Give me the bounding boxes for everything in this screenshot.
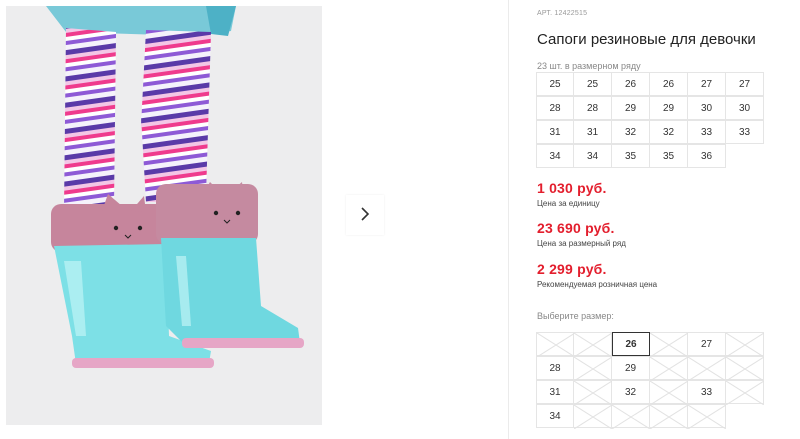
unit-price: 1 030 руб. xyxy=(537,180,607,196)
size-option[interactable]: 27 xyxy=(688,332,726,356)
size-option-unavailable xyxy=(612,404,650,429)
article-number: АРТ. 12422515 xyxy=(537,10,588,17)
size-cell: 35 xyxy=(612,144,650,168)
cross-out-icon xyxy=(650,357,688,381)
size-cell: 33 xyxy=(726,120,764,144)
cross-out-icon xyxy=(574,405,612,429)
size-cell: 31 xyxy=(536,120,574,144)
size-cell: 30 xyxy=(726,96,764,120)
choose-size-label: Выберите размер: xyxy=(537,311,614,321)
cross-out-icon xyxy=(537,333,575,357)
size-option-unavailable xyxy=(726,332,764,357)
size-cell: 28 xyxy=(574,96,612,120)
size-option-unavailable xyxy=(688,404,726,429)
size-cell: 25 xyxy=(574,72,612,96)
size-cell: 34 xyxy=(536,144,574,168)
column-divider xyxy=(508,0,509,439)
size-option[interactable]: 32 xyxy=(612,380,650,404)
cross-out-icon xyxy=(726,357,764,381)
size-option-unavailable xyxy=(688,356,726,381)
size-grid-row: 25 25 26 26 27 27 xyxy=(536,72,764,96)
size-option-unavailable xyxy=(574,332,612,357)
size-option-unavailable xyxy=(536,332,575,357)
size-grid-row: 31 31 32 32 33 33 xyxy=(536,120,764,144)
cross-out-icon xyxy=(726,381,764,405)
next-image-button[interactable] xyxy=(346,195,384,235)
cross-out-icon xyxy=(574,381,612,405)
size-grid-row: 34 34 35 35 36 xyxy=(536,144,726,168)
size-option-unavailable xyxy=(650,356,688,381)
size-option[interactable]: 31 xyxy=(536,380,574,404)
size-option-unavailable xyxy=(650,380,688,405)
size-cell: 29 xyxy=(650,96,688,120)
size-option-unavailable xyxy=(574,356,612,381)
size-option-unavailable xyxy=(574,404,612,429)
size-cell: 28 xyxy=(536,96,574,120)
size-option-selected[interactable]: 26 xyxy=(612,332,650,356)
size-option-unavailable xyxy=(574,380,612,405)
size-cell: 25 xyxy=(536,72,574,96)
cross-out-icon xyxy=(650,333,688,357)
cross-out-icon xyxy=(574,357,612,381)
size-grid-row: 28 28 29 29 30 30 xyxy=(536,96,764,120)
size-cell: 32 xyxy=(650,120,688,144)
product-photo xyxy=(6,6,322,425)
product-illustration xyxy=(46,6,304,368)
size-option-unavailable xyxy=(726,380,764,405)
size-cell: 33 xyxy=(688,120,726,144)
size-cell: 30 xyxy=(688,96,726,120)
cross-out-icon xyxy=(574,333,612,357)
size-cell: 29 xyxy=(612,96,650,120)
size-cell: 32 xyxy=(612,120,650,144)
retail-price: 2 299 руб. xyxy=(537,261,607,277)
size-option[interactable]: 28 xyxy=(536,356,574,380)
size-picker-row: 34 xyxy=(536,404,726,429)
cross-out-icon xyxy=(650,381,688,405)
size-cell: 26 xyxy=(612,72,650,96)
size-cell: 27 xyxy=(726,72,764,96)
size-option-unavailable xyxy=(726,356,764,381)
unit-price-caption: Цена за единицу xyxy=(537,199,600,208)
size-option[interactable]: 34 xyxy=(536,404,574,428)
size-option[interactable]: 29 xyxy=(612,356,650,380)
size-cell: 26 xyxy=(650,72,688,96)
chevron-right-icon xyxy=(359,206,371,225)
size-picker-row: 28 29 xyxy=(536,356,764,381)
size-cell: 31 xyxy=(574,120,612,144)
size-cell: 35 xyxy=(650,144,688,168)
pack-price-caption: Цена за размерный ряд xyxy=(537,239,626,248)
size-option-unavailable xyxy=(650,404,688,429)
cross-out-icon xyxy=(650,405,688,429)
size-option-unavailable xyxy=(650,332,688,357)
size-cell: 34 xyxy=(574,144,612,168)
size-cell: 27 xyxy=(688,72,726,96)
cross-out-icon xyxy=(612,405,650,429)
size-picker-row: 26 27 xyxy=(536,332,764,357)
retail-price-caption: Рекомендуемая розничная цена xyxy=(537,280,658,289)
size-picker-row: 31 32 33 xyxy=(536,380,764,405)
cross-out-icon xyxy=(688,405,726,429)
cross-out-icon xyxy=(726,333,764,357)
pack-price: 23 690 руб. xyxy=(537,220,615,236)
size-option[interactable]: 33 xyxy=(688,380,726,404)
product-title: Сапоги резиновые для девочки xyxy=(537,31,756,48)
pack-note: 23 шт. в размерном ряду xyxy=(537,61,641,71)
size-cell: 36 xyxy=(688,144,726,168)
cross-out-icon xyxy=(688,357,726,381)
